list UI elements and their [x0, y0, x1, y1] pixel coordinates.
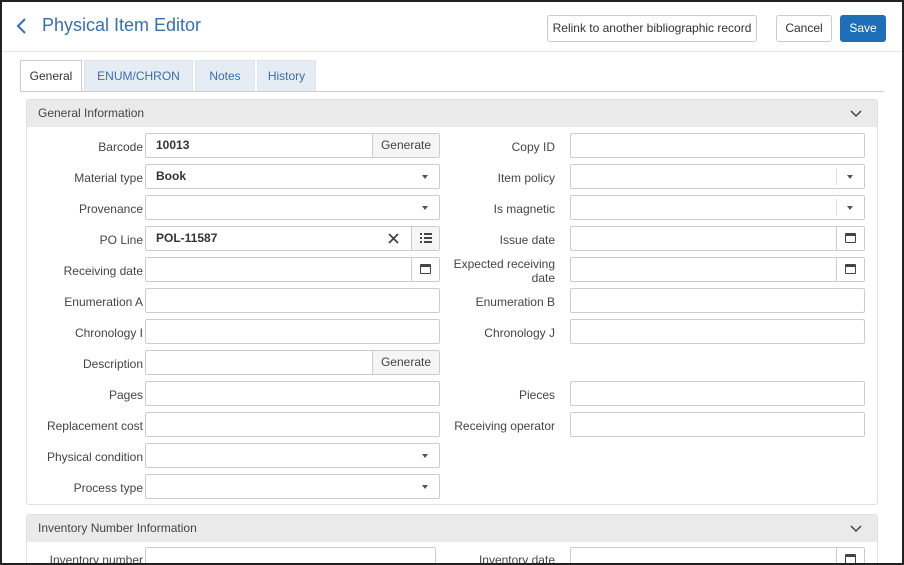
issue-date-input[interactable]: [570, 226, 865, 251]
enumeration-a-input[interactable]: [145, 288, 440, 313]
expected-receiving-date-input[interactable]: [570, 257, 865, 282]
is-magnetic-label: Is magnetic: [493, 202, 555, 216]
chronology-j-input[interactable]: [570, 319, 865, 344]
receiving-date-input[interactable]: [145, 257, 440, 282]
po-line-label: PO Line: [99, 233, 143, 247]
receiving-date-label: Receiving date: [63, 264, 143, 278]
caret-down-icon: [847, 175, 853, 179]
pages-input[interactable]: [145, 381, 440, 406]
barcode-field[interactable]: 10013 Generate: [145, 133, 440, 158]
generate-description-button[interactable]: Generate: [372, 351, 439, 374]
relink-button[interactable]: Relink to another bibliographic record: [547, 15, 757, 42]
section-title: Inventory Number Information: [38, 521, 197, 535]
chronology-j-label: Chronology J: [484, 326, 555, 340]
list-icon: [419, 233, 432, 243]
description-label: Description: [82, 357, 143, 371]
chevron-down-icon[interactable]: [849, 523, 863, 535]
expected-receiving-date-picker-button[interactable]: [836, 258, 864, 281]
enumeration-b-input[interactable]: [570, 288, 865, 313]
replacement-cost-label: Replacement cost: [46, 419, 143, 433]
cancel-button[interactable]: Cancel: [776, 15, 832, 42]
process-type-label: Process type: [73, 481, 143, 495]
barcode-label: Barcode: [98, 140, 143, 154]
calendar-icon: [420, 264, 431, 274]
section-title: General Information: [38, 106, 145, 120]
app-window: Physical Item Editor Relink to another b…: [0, 0, 904, 565]
inventory-date-picker-button[interactable]: [836, 548, 864, 563]
expected-receiving-date-label: Expected receiving date: [447, 257, 555, 285]
copy-id-input[interactable]: [570, 133, 865, 158]
inventory-number-input[interactable]: [145, 547, 436, 563]
tab-divider: [20, 91, 884, 92]
material-type-select[interactable]: Book: [145, 164, 440, 189]
provenance-select[interactable]: [145, 195, 440, 220]
calendar-icon: [845, 554, 856, 563]
page-header: Physical Item Editor Relink to another b…: [2, 2, 902, 52]
material-type-value: Book: [156, 169, 186, 183]
provenance-label: Provenance: [78, 202, 143, 216]
material-type-label: Material type: [74, 171, 143, 185]
receiving-operator-label: Receiving operator: [454, 419, 555, 433]
caret-down-icon: [422, 206, 428, 210]
item-policy-label: Item policy: [497, 171, 555, 185]
pages-label: Pages: [108, 388, 143, 402]
pieces-label: Pieces: [518, 388, 555, 402]
expected-receiving-date-label-line2: date: [531, 271, 555, 285]
enumeration-b-label: Enumeration B: [475, 295, 555, 309]
po-line-value: POL-11587: [156, 231, 218, 245]
tab-notes[interactable]: Notes: [195, 60, 255, 92]
select-divider: [836, 199, 837, 216]
receiving-date-picker-button[interactable]: [411, 258, 439, 281]
chronology-i-label: Chronology I: [74, 326, 143, 340]
page-title: Physical Item Editor: [42, 15, 202, 35]
inventory-number-section: Inventory Number Information Inventory n…: [26, 514, 878, 565]
description-field[interactable]: Generate: [145, 350, 440, 375]
pieces-input[interactable]: [570, 381, 865, 406]
general-information-section: General Information Barcode 10013 Genera…: [26, 99, 878, 505]
chronology-i-input[interactable]: [145, 319, 440, 344]
tab-history[interactable]: History: [257, 60, 316, 92]
expected-receiving-date-label-line1: Expected receiving: [453, 257, 555, 271]
chevron-left-icon[interactable]: [14, 16, 30, 36]
receiving-operator-input[interactable]: [570, 412, 865, 437]
inventory-number-label: Inventory number: [49, 553, 143, 565]
enumeration-a-label: Enumeration A: [64, 295, 143, 309]
chevron-down-icon[interactable]: [849, 108, 863, 120]
replacement-cost-input[interactable]: [145, 412, 440, 437]
section-header[interactable]: General Information: [27, 100, 877, 127]
issue-date-picker-button[interactable]: [836, 227, 864, 250]
copy-id-label: Copy ID: [511, 140, 555, 154]
select-divider: [836, 168, 837, 185]
tab-enum-chron[interactable]: ENUM/CHRON: [84, 60, 193, 92]
caret-down-icon: [847, 206, 853, 210]
save-button[interactable]: Save: [840, 15, 886, 42]
physical-condition-select[interactable]: [145, 443, 440, 468]
issue-date-label: Issue date: [499, 233, 555, 247]
calendar-icon: [845, 264, 856, 274]
section-header[interactable]: Inventory Number Information: [27, 515, 877, 542]
calendar-icon: [845, 233, 856, 243]
barcode-value: 10013: [156, 138, 190, 152]
close-icon[interactable]: [388, 233, 399, 244]
po-line-field[interactable]: POL-11587: [145, 226, 440, 251]
tab-general[interactable]: General: [20, 60, 82, 92]
is-magnetic-select[interactable]: [570, 195, 865, 220]
caret-down-icon: [422, 454, 428, 458]
generate-barcode-button[interactable]: Generate: [372, 134, 439, 157]
physical-condition-label: Physical condition: [46, 450, 143, 464]
item-policy-select[interactable]: [570, 164, 865, 189]
inventory-date-label: Inventory date: [478, 553, 555, 565]
process-type-select[interactable]: [145, 474, 440, 499]
caret-down-icon: [422, 485, 428, 489]
inventory-date-input[interactable]: [570, 547, 865, 563]
po-line-list-button[interactable]: [411, 227, 439, 250]
caret-down-icon: [422, 175, 428, 179]
